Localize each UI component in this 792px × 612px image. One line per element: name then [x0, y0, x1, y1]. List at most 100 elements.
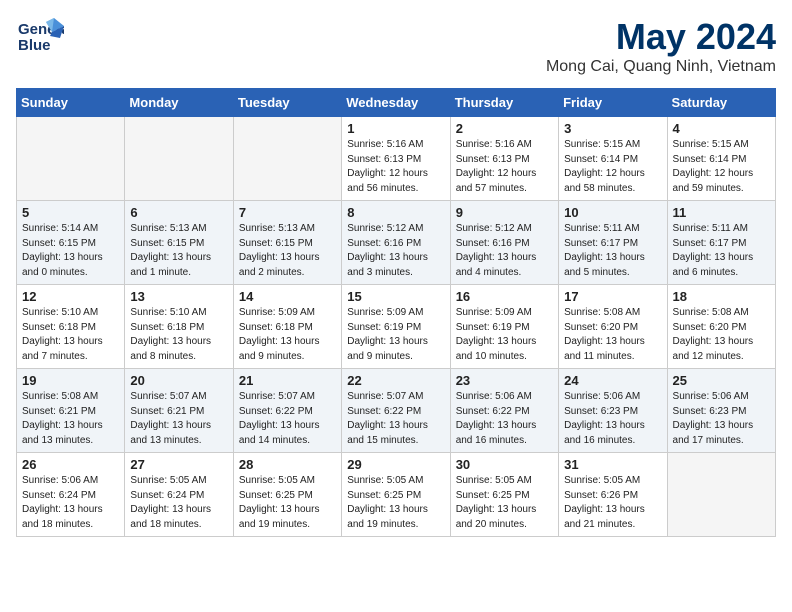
calendar-cell	[233, 117, 341, 201]
day-number: 1	[347, 121, 444, 136]
day-number: 30	[456, 457, 553, 472]
col-header-sunday: Sunday	[17, 89, 125, 117]
day-number: 4	[673, 121, 770, 136]
day-info: Sunrise: 5:15 AM Sunset: 6:14 PM Dayligh…	[564, 138, 661, 196]
day-number: 12	[22, 289, 119, 304]
calendar-week-5: 26 Sunrise: 5:06 AM Sunset: 6:24 PM Dayli…	[17, 453, 776, 537]
day-number: 2	[456, 121, 553, 136]
day-info: Sunrise: 5:08 AM Sunset: 6:21 PM Dayligh…	[22, 390, 119, 448]
calendar-cell: 27Sunrise: 5:05 AM Sunset: 6:24 PM Dayli…	[125, 453, 233, 537]
calendar-week-1: 1 Sunrise: 5:16 AM Sunset: 6:13 PM Daylig…	[17, 117, 776, 201]
day-info: Sunrise: 5:05 AM Sunset: 6:24 PM Dayligh…	[130, 474, 227, 532]
day-info: Sunrise: 5:09 AM Sunset: 6:19 PM Dayligh…	[456, 306, 553, 364]
day-info: Sunrise: 5:06 AM Sunset: 6:23 PM Dayligh…	[564, 390, 661, 448]
day-number: 29	[347, 457, 444, 472]
day-number: 3	[564, 121, 661, 136]
day-number: 6	[130, 205, 227, 220]
day-number: 16	[456, 289, 553, 304]
day-number: 23	[456, 373, 553, 388]
day-number: 11	[673, 205, 770, 220]
day-number: 18	[673, 289, 770, 304]
day-info: Sunrise: 5:14 AM Sunset: 6:15 PM Dayligh…	[22, 222, 119, 280]
calendar-cell: 1 Sunrise: 5:16 AM Sunset: 6:13 PM Daylig…	[342, 117, 450, 201]
col-header-friday: Friday	[559, 89, 667, 117]
calendar-table: SundayMondayTuesdayWednesdayThursdayFrid…	[16, 88, 776, 537]
day-number: 9	[456, 205, 553, 220]
day-number: 17	[564, 289, 661, 304]
calendar-week-2: 5 Sunrise: 5:14 AM Sunset: 6:15 PM Daylig…	[17, 201, 776, 285]
calendar-cell	[17, 117, 125, 201]
day-info: Sunrise: 5:16 AM Sunset: 6:13 PM Dayligh…	[347, 138, 444, 196]
calendar-cell: 9 Sunrise: 5:12 AM Sunset: 6:16 PM Daylig…	[450, 201, 558, 285]
col-header-tuesday: Tuesday	[233, 89, 341, 117]
day-number: 10	[564, 205, 661, 220]
calendar-cell: 6 Sunrise: 5:13 AM Sunset: 6:15 PM Daylig…	[125, 201, 233, 285]
day-number: 19	[22, 373, 119, 388]
day-info: Sunrise: 5:07 AM Sunset: 6:22 PM Dayligh…	[347, 390, 444, 448]
day-number: 21	[239, 373, 336, 388]
calendar-cell: 5 Sunrise: 5:14 AM Sunset: 6:15 PM Daylig…	[17, 201, 125, 285]
day-number: 22	[347, 373, 444, 388]
calendar-cell: 20Sunrise: 5:07 AM Sunset: 6:21 PM Dayli…	[125, 369, 233, 453]
day-info: Sunrise: 5:10 AM Sunset: 6:18 PM Dayligh…	[22, 306, 119, 364]
day-info: Sunrise: 5:12 AM Sunset: 6:16 PM Dayligh…	[456, 222, 553, 280]
calendar-cell: 21Sunrise: 5:07 AM Sunset: 6:22 PM Dayli…	[233, 369, 341, 453]
day-info: Sunrise: 5:10 AM Sunset: 6:18 PM Dayligh…	[130, 306, 227, 364]
day-info: Sunrise: 5:15 AM Sunset: 6:14 PM Dayligh…	[673, 138, 770, 196]
calendar-cell: 2 Sunrise: 5:16 AM Sunset: 6:13 PM Daylig…	[450, 117, 558, 201]
calendar-cell: 30Sunrise: 5:05 AM Sunset: 6:25 PM Dayli…	[450, 453, 558, 537]
day-number: 7	[239, 205, 336, 220]
day-info: Sunrise: 5:05 AM Sunset: 6:25 PM Dayligh…	[347, 474, 444, 532]
calendar-cell: 14 Sunrise: 5:09 AM Sunset: 6:18 PM Dayli…	[233, 285, 341, 369]
day-info: Sunrise: 5:13 AM Sunset: 6:15 PM Dayligh…	[130, 222, 227, 280]
calendar-cell: 3 Sunrise: 5:15 AM Sunset: 6:14 PM Daylig…	[559, 117, 667, 201]
calendar-cell: 8 Sunrise: 5:12 AM Sunset: 6:16 PM Daylig…	[342, 201, 450, 285]
day-info: Sunrise: 5:13 AM Sunset: 6:15 PM Dayligh…	[239, 222, 336, 280]
logo: General Blue	[16, 16, 64, 56]
day-number: 14	[239, 289, 336, 304]
day-info: Sunrise: 5:06 AM Sunset: 6:23 PM Dayligh…	[673, 390, 770, 448]
calendar-cell: 24 Sunrise: 5:06 AM Sunset: 6:23 PM Dayli…	[559, 369, 667, 453]
svg-text:Blue: Blue	[18, 37, 51, 54]
calendar-week-3: 12 Sunrise: 5:10 AM Sunset: 6:18 PM Dayli…	[17, 285, 776, 369]
day-info: Sunrise: 5:12 AM Sunset: 6:16 PM Dayligh…	[347, 222, 444, 280]
col-header-wednesday: Wednesday	[342, 89, 450, 117]
calendar-cell	[667, 453, 775, 537]
col-header-thursday: Thursday	[450, 89, 558, 117]
day-info: Sunrise: 5:11 AM Sunset: 6:17 PM Dayligh…	[564, 222, 661, 280]
calendar-cell: 12 Sunrise: 5:10 AM Sunset: 6:18 PM Dayli…	[17, 285, 125, 369]
day-info: Sunrise: 5:06 AM Sunset: 6:24 PM Dayligh…	[22, 474, 119, 532]
calendar-week-4: 19 Sunrise: 5:08 AM Sunset: 6:21 PM Dayli…	[17, 369, 776, 453]
day-info: Sunrise: 5:05 AM Sunset: 6:25 PM Dayligh…	[239, 474, 336, 532]
calendar-cell: 22 Sunrise: 5:07 AM Sunset: 6:22 PM Dayli…	[342, 369, 450, 453]
day-info: Sunrise: 5:09 AM Sunset: 6:19 PM Dayligh…	[347, 306, 444, 364]
day-info: Sunrise: 5:08 AM Sunset: 6:20 PM Dayligh…	[564, 306, 661, 364]
calendar-cell	[125, 117, 233, 201]
calendar-cell: 31Sunrise: 5:05 AM Sunset: 6:26 PM Dayli…	[559, 453, 667, 537]
calendar-cell: 13 Sunrise: 5:10 AM Sunset: 6:18 PM Dayli…	[125, 285, 233, 369]
day-info: Sunrise: 5:08 AM Sunset: 6:20 PM Dayligh…	[673, 306, 770, 364]
col-header-saturday: Saturday	[667, 89, 775, 117]
calendar-cell: 11 Sunrise: 5:11 AM Sunset: 6:17 PM Dayli…	[667, 201, 775, 285]
day-info: Sunrise: 5:09 AM Sunset: 6:18 PM Dayligh…	[239, 306, 336, 364]
calendar-cell: 7 Sunrise: 5:13 AM Sunset: 6:15 PM Daylig…	[233, 201, 341, 285]
day-number: 26	[22, 457, 119, 472]
day-number: 5	[22, 205, 119, 220]
day-number: 31	[564, 457, 661, 472]
calendar-cell: 23 Sunrise: 5:06 AM Sunset: 6:22 PM Dayli…	[450, 369, 558, 453]
calendar-header-row: SundayMondayTuesdayWednesdayThursdayFrid…	[17, 89, 776, 117]
calendar-cell: 28 Sunrise: 5:05 AM Sunset: 6:25 PM Dayli…	[233, 453, 341, 537]
day-number: 13	[130, 289, 227, 304]
calendar-cell: 10 Sunrise: 5:11 AM Sunset: 6:17 PM Dayli…	[559, 201, 667, 285]
day-info: Sunrise: 5:16 AM Sunset: 6:13 PM Dayligh…	[456, 138, 553, 196]
day-info: Sunrise: 5:07 AM Sunset: 6:21 PM Dayligh…	[130, 390, 227, 448]
calendar-cell: 26 Sunrise: 5:06 AM Sunset: 6:24 PM Dayli…	[17, 453, 125, 537]
day-number: 8	[347, 205, 444, 220]
day-info: Sunrise: 5:11 AM Sunset: 6:17 PM Dayligh…	[673, 222, 770, 280]
calendar-cell: 15Sunrise: 5:09 AM Sunset: 6:19 PM Dayli…	[342, 285, 450, 369]
day-number: 24	[564, 373, 661, 388]
day-number: 28	[239, 457, 336, 472]
calendar-cell: 19 Sunrise: 5:08 AM Sunset: 6:21 PM Dayli…	[17, 369, 125, 453]
page-header: General Blue May 2024 Mong Cai, Quang Ni…	[16, 16, 776, 76]
day-info: Sunrise: 5:06 AM Sunset: 6:22 PM Dayligh…	[456, 390, 553, 448]
